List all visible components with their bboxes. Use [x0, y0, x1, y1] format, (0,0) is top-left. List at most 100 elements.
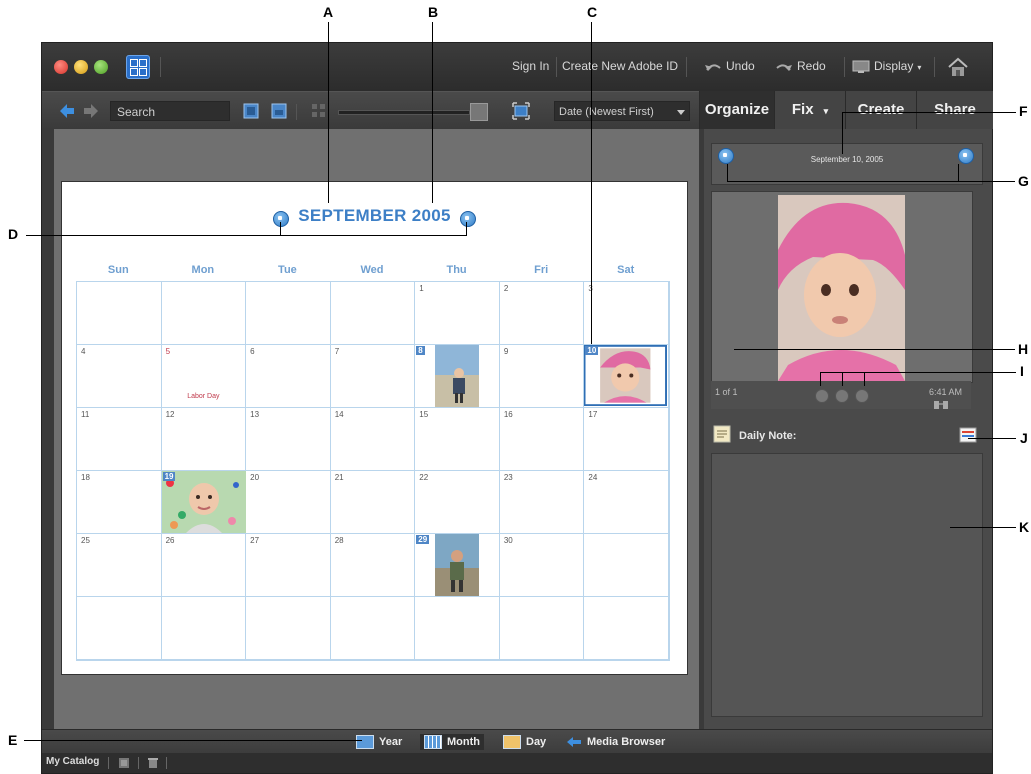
- calendar-day-cell[interactable]: 29: [415, 534, 500, 597]
- calendar-day-cell[interactable]: 20: [246, 471, 331, 534]
- catalog-name[interactable]: My Catalog: [46, 756, 99, 767]
- calendar-day-cell[interactable]: 19: [161, 471, 247, 534]
- calendar-day-cell[interactable]: 21: [330, 471, 416, 534]
- version-set-icon[interactable]: [270, 102, 288, 120]
- calendar-day-cell[interactable]: 1: [415, 282, 500, 345]
- calendar-day-cell[interactable]: [584, 597, 669, 660]
- undo-button[interactable]: Undo: [704, 59, 755, 73]
- stack-icon[interactable]: [242, 102, 260, 120]
- maximize-window-button[interactable]: [94, 60, 108, 74]
- undo-icon: [705, 64, 721, 71]
- calendar-day-cell[interactable]: [584, 534, 669, 597]
- calendar-day-cell[interactable]: 4: [77, 345, 162, 408]
- display-menu[interactable]: Display ▾: [852, 59, 921, 74]
- day-number: 16: [503, 410, 513, 419]
- calendar-day-cell[interactable]: 15: [415, 408, 500, 471]
- calendar-day-cell[interactable]: 17: [584, 408, 669, 471]
- monitor-icon: [852, 60, 870, 73]
- calendar-day-cell[interactable]: [161, 282, 247, 345]
- calendar-day-cell[interactable]: 7: [330, 345, 416, 408]
- calendar-day-cell[interactable]: 25: [77, 534, 162, 597]
- calendar-day-cell[interactable]: 22: [415, 471, 500, 534]
- tab-fix[interactable]: Fix ▾: [774, 91, 845, 129]
- small-thumbnail-icon[interactable]: [310, 102, 328, 120]
- calendar-day-cell[interactable]: 13: [246, 408, 331, 471]
- next-photo-button[interactable]: [855, 389, 869, 403]
- tab-create[interactable]: Create: [845, 91, 916, 129]
- next-day-button[interactable]: [958, 148, 974, 164]
- calendar-day-cell[interactable]: 10: [584, 345, 669, 408]
- close-window-button[interactable]: [54, 60, 68, 74]
- holiday-label: Labor Day: [187, 393, 220, 400]
- day-number: 11: [81, 410, 90, 419]
- callout-label-f: F: [1019, 103, 1028, 119]
- search-input[interactable]: Search: [110, 101, 230, 121]
- back-arrow-icon[interactable]: [58, 102, 76, 120]
- day-number: 6: [250, 347, 255, 356]
- calendar-day-cell[interactable]: [330, 282, 416, 345]
- tab-share[interactable]: Share: [916, 91, 993, 129]
- calendar-day-cell[interactable]: 6: [246, 345, 331, 408]
- calendar-day-cell[interactable]: [161, 597, 247, 660]
- calendar-day-cell[interactable]: 23: [499, 471, 585, 534]
- photo-thumbnail[interactable]: [435, 345, 480, 407]
- play-button[interactable]: [835, 389, 849, 403]
- photo-time: 6:41 AM: [929, 387, 963, 397]
- preview-image: [778, 195, 905, 381]
- callout-line-d: [26, 235, 467, 236]
- calendar-day-cell[interactable]: 5 Labor Day: [161, 345, 247, 408]
- day-of-week-label: Sat: [617, 264, 635, 276]
- trash-icon[interactable]: [148, 757, 158, 769]
- media-browser-button[interactable]: Media Browser: [566, 734, 665, 750]
- minimize-window-button[interactable]: [74, 60, 88, 74]
- calendar-day-cell[interactable]: [77, 282, 162, 345]
- calendar-day-cell[interactable]: 26: [161, 534, 247, 597]
- home-icon[interactable]: [946, 55, 970, 79]
- previous-photo-button[interactable]: [815, 389, 829, 403]
- next-month-button[interactable]: [460, 211, 476, 227]
- calendar-day-cell[interactable]: 12: [161, 408, 247, 471]
- full-screen-icon[interactable]: [512, 102, 530, 120]
- binoculars-icon[interactable]: [933, 399, 949, 409]
- day-number: 23: [503, 473, 513, 482]
- calendar-day-cell[interactable]: 16: [499, 408, 585, 471]
- photo-preview[interactable]: [711, 191, 973, 383]
- calendar-day-cell[interactable]: 8: [415, 345, 500, 408]
- day-view-button[interactable]: Day: [503, 734, 546, 750]
- calendar-day-icon: [503, 735, 521, 750]
- thumbnail-size-slider[interactable]: [338, 110, 470, 115]
- calendar-day-cell[interactable]: [246, 282, 331, 345]
- create-adobe-id-link[interactable]: Create New Adobe ID: [562, 59, 678, 73]
- calendar-day-cell[interactable]: 28: [330, 534, 416, 597]
- view-mode-button[interactable]: [126, 55, 150, 79]
- calendar-day-cell[interactable]: 27: [246, 534, 331, 597]
- photo-thumbnail[interactable]: [435, 534, 480, 596]
- month-view-button[interactable]: Month: [420, 734, 484, 750]
- calendar-day-cell[interactable]: [415, 597, 500, 660]
- calendar-day-cell[interactable]: 30: [499, 534, 585, 597]
- calendar-day-cell[interactable]: [499, 597, 585, 660]
- title-bar: Sign In Create New Adobe ID Undo Redo Di…: [42, 43, 992, 91]
- day-number: 25: [81, 536, 90, 545]
- calendar-day-cell[interactable]: 24: [584, 471, 669, 534]
- sign-in-link[interactable]: Sign In: [512, 59, 549, 73]
- catalog-icon[interactable]: [118, 757, 130, 769]
- forward-arrow-icon[interactable]: [82, 102, 100, 120]
- calendar-day-cell[interactable]: 18: [77, 471, 162, 534]
- large-thumbnail-icon[interactable]: [470, 103, 488, 121]
- tab-organize[interactable]: Organize: [699, 91, 774, 129]
- calendar-day-cell[interactable]: 9: [499, 345, 585, 408]
- daily-note-textarea[interactable]: [711, 453, 983, 717]
- calendar-day-cell[interactable]: 2: [499, 282, 585, 345]
- sort-order-select[interactable]: Date (Newest First): [554, 101, 690, 121]
- chevron-down-icon: ▾: [823, 106, 829, 116]
- year-view-button[interactable]: Year: [356, 734, 402, 750]
- calendar-day-cell[interactable]: 3: [584, 282, 669, 345]
- redo-button[interactable]: Redo: [775, 59, 826, 73]
- edit-note-icon[interactable]: [959, 427, 977, 443]
- calendar-day-cell[interactable]: 11: [77, 408, 162, 471]
- calendar-day-cell[interactable]: [246, 597, 331, 660]
- calendar-day-cell[interactable]: [330, 597, 416, 660]
- calendar-day-cell[interactable]: 14: [330, 408, 416, 471]
- calendar-day-cell[interactable]: [77, 597, 162, 660]
